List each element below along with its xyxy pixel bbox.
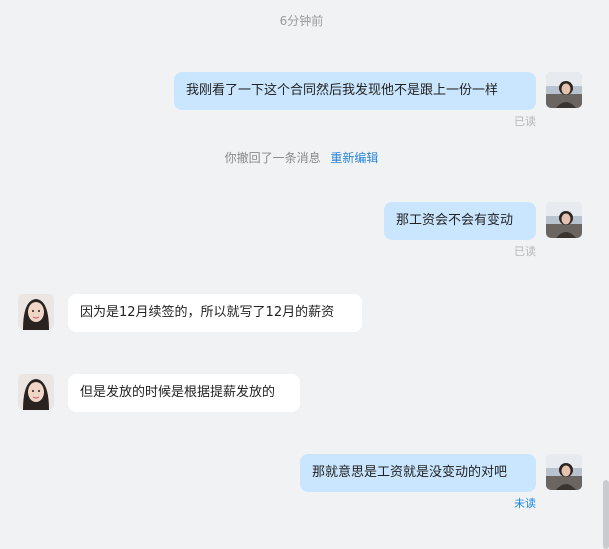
unread-receipt: 未读: [514, 497, 536, 510]
read-receipt: 已读: [514, 245, 536, 258]
scrollbar-track[interactable]: [603, 0, 609, 549]
message-bubble-incoming[interactable]: 但是发放的时候是根据提薪发放的: [68, 374, 300, 412]
scrollbar-thumb[interactable]: [603, 480, 609, 549]
message-text: 但是发放的时候是根据提薪发放的: [80, 385, 276, 400]
my-avatar[interactable]: [546, 202, 582, 238]
message-bubble-outgoing[interactable]: 那就意思是工资就是没变动的对吧: [300, 454, 536, 492]
recall-text: 你撤回了一条消息: [224, 151, 321, 165]
avatar-photo-icon: [546, 202, 582, 238]
recall-notice: 你撤回了一条消息 重新编辑: [0, 149, 603, 166]
message-text: 那就意思是工资就是没变动的对吧: [312, 465, 508, 480]
message-bubble-incoming[interactable]: 因为是12月续签的，所以就写了12月的薪资: [68, 294, 362, 332]
message-bubble-outgoing[interactable]: 我刚看了一下这个合同然后我发现他不是跟上一份一样: [174, 72, 536, 110]
reedit-link[interactable]: 重新编辑: [330, 151, 378, 165]
contact-avatar[interactable]: [18, 294, 54, 330]
message-text: 因为是12月续签的，所以就写了12月的薪资: [80, 305, 335, 320]
contact-avatar[interactable]: [18, 374, 54, 410]
message-text: 我刚看了一下这个合同然后我发现他不是跟上一份一样: [186, 83, 499, 98]
avatar-photo-icon: [546, 454, 582, 490]
chat-window: 6分钟前 我刚看了一下这个合同然后我发现他不是跟上一份一样 已读 你撤回了一条消…: [0, 0, 609, 549]
message-timestamp: 6分钟前: [279, 14, 324, 28]
my-avatar[interactable]: [546, 72, 582, 108]
read-receipt: 已读: [514, 115, 536, 128]
avatar-photo-icon: [546, 72, 582, 108]
message-text: 那工资会不会有变动: [396, 213, 514, 228]
avatar-photo-icon: [18, 294, 54, 330]
my-avatar[interactable]: [546, 454, 582, 490]
message-bubble-outgoing[interactable]: 那工资会不会有变动: [384, 202, 536, 240]
avatar-photo-icon: [18, 374, 54, 410]
